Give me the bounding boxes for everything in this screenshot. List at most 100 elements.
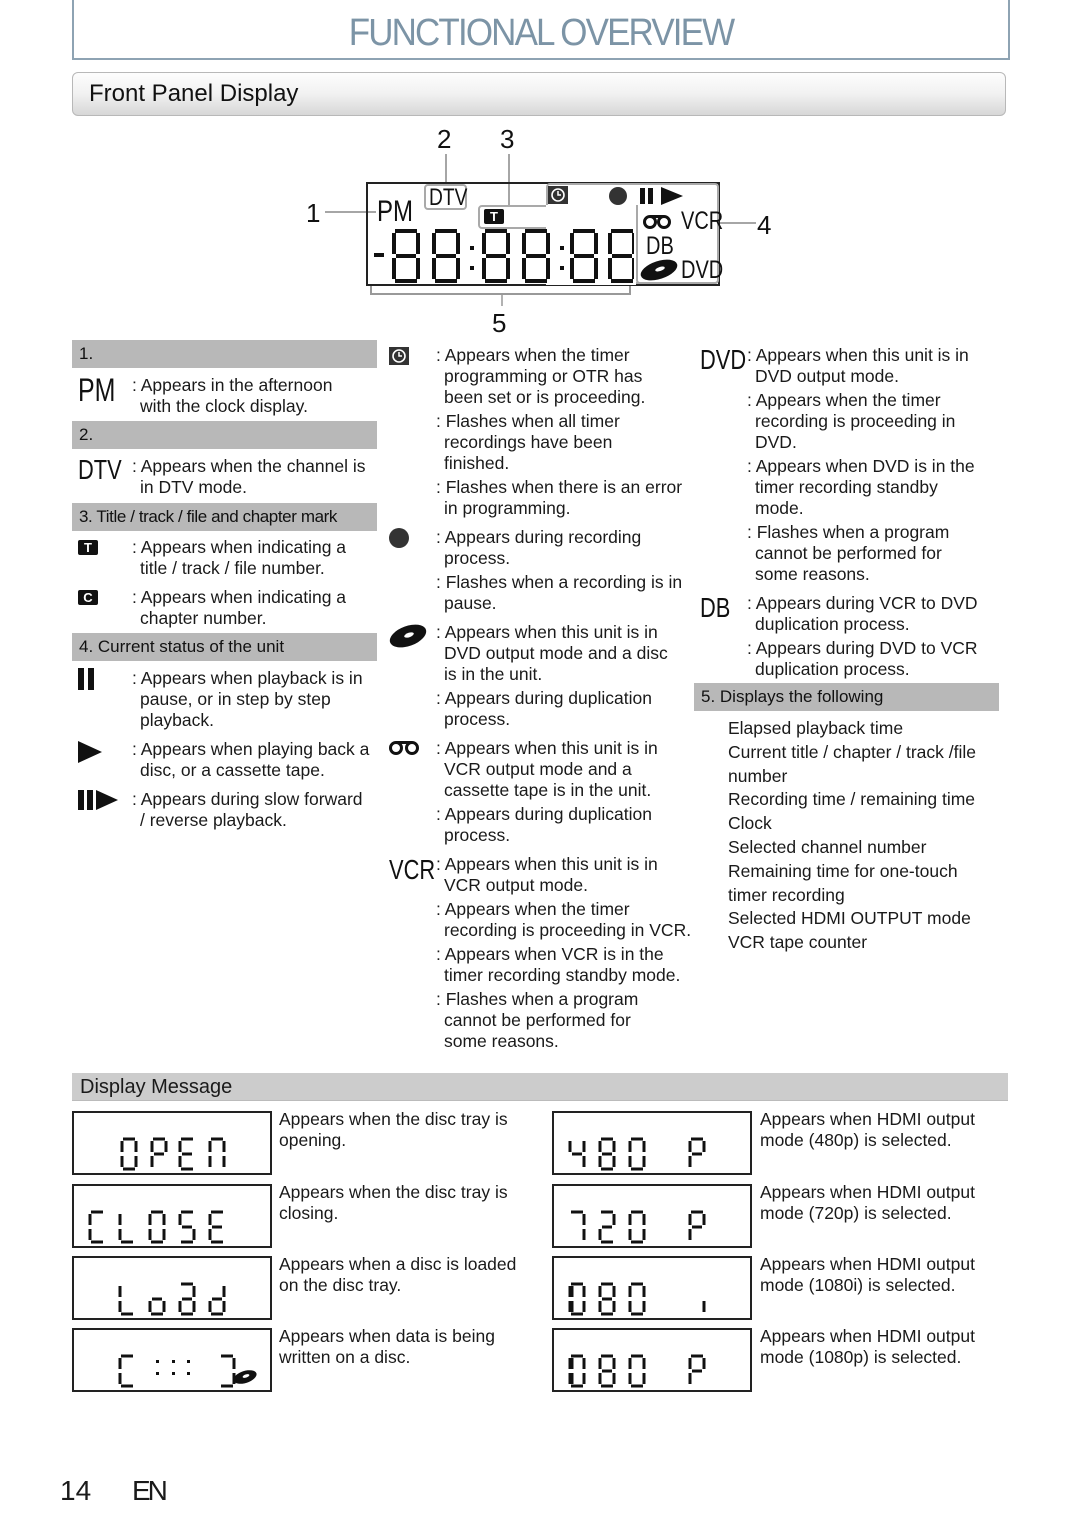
- text-line: mode (480p) is selected.: [760, 1130, 952, 1150]
- display-message-description: Appears when the disc tray is opening.: [279, 1109, 508, 1151]
- list-item: Recording time / remaining time: [728, 789, 976, 810]
- text-line: : Appears when DVD is in the: [747, 456, 975, 476]
- text-line: : Flashes when a program: [747, 522, 950, 542]
- text-line: DVD output mode.: [755, 366, 899, 386]
- text-line: : Appears when indicating a: [132, 587, 347, 607]
- header-item-5: 5. Displays the following: [694, 683, 999, 711]
- text-line: mode.: [755, 498, 804, 518]
- cassette-tape-icon: [643, 215, 671, 229]
- lcd-pm-label: PM: [377, 195, 413, 228]
- db-symbol: DB: [700, 592, 731, 623]
- list-item: Remaining time for one-touch: [728, 860, 958, 881]
- record-description: : Appears during recording process.: Flas…: [436, 527, 682, 614]
- text-line: : Appears when VCR is in the: [436, 944, 664, 964]
- lcd-status-icons: [609, 187, 683, 205]
- header-item-4: 4. Current status of the unit: [72, 633, 377, 661]
- lcd-dvd-label: DVD: [681, 256, 724, 284]
- text-line: title / track / file number.: [140, 558, 325, 578]
- text-line: : Appears when playback is in: [132, 668, 363, 688]
- pause-icon: [640, 188, 645, 204]
- text-line: : Appears during VCR to DVD: [747, 593, 978, 613]
- lcd-colon-dot: [187, 1372, 190, 1375]
- header-item-3: 3. Title / track / file and chapter mark: [72, 503, 377, 531]
- diagram-leader-lines: [325, 154, 756, 306]
- text-line: been set or is proceeding.: [444, 387, 646, 407]
- lcd-text: [120, 1137, 226, 1171]
- display-message-description: Appears when HDMI output mode (1080i) is …: [760, 1254, 975, 1296]
- text-line: with the clock display.: [140, 396, 308, 416]
- list-item: number: [728, 765, 788, 786]
- lcd-dtv-label: DTV: [429, 184, 468, 211]
- dtv-symbol: DTV: [78, 454, 122, 485]
- display-message-lcd-right-3: [552, 1328, 752, 1392]
- text-line: : Appears during duplication: [436, 804, 652, 824]
- text-line: : Appears when the timer: [747, 390, 941, 410]
- text-line: : Appears when the channel is: [132, 456, 366, 476]
- title-mark-icon: T: [484, 209, 504, 224]
- list-item: Selected channel number: [728, 836, 927, 857]
- display-message-description: Appears when HDMI output mode (1080p) is …: [760, 1326, 975, 1368]
- dvd-symbol: DVD: [700, 344, 747, 375]
- text-line: mode (1080p) is selected.: [760, 1347, 962, 1367]
- text-line: pause, or in step by step: [140, 689, 331, 709]
- lcd-text: [118, 1282, 226, 1316]
- header-item-2: 2.: [72, 421, 377, 449]
- display-message-description: Appears when the disc tray is closing.: [279, 1182, 508, 1224]
- display-message-lcd-right-0: [552, 1111, 752, 1175]
- text-line: Appears when a disc is loaded: [279, 1254, 517, 1274]
- page-language: EN: [132, 1475, 168, 1506]
- text-line: playback.: [140, 710, 214, 730]
- text-line: on the disc tray.: [279, 1275, 402, 1295]
- cassette-tape-icon: [389, 741, 419, 755]
- dtv-description: : Appears when the channel is in DTV mod…: [132, 456, 366, 498]
- text-line: in DTV mode.: [140, 477, 247, 497]
- text-line: : Flashes when a program: [436, 989, 639, 1009]
- display-message-description: Appears when a disc is loaded on the disc…: [279, 1254, 516, 1296]
- play-description: : Appears when playing back a disc, or a…: [132, 739, 369, 781]
- list-item: Current title / chapter / track /file: [728, 741, 977, 762]
- text-line: cannot be performed for: [755, 543, 942, 563]
- lcd-colon-dot: [187, 1360, 190, 1363]
- text-line: : Appears when playing back a: [132, 739, 370, 759]
- text-line: duplication process.: [755, 659, 910, 679]
- pause-icon: [78, 668, 94, 690]
- text-line: mode (720p) is selected.: [760, 1203, 952, 1223]
- text-line: process.: [444, 548, 511, 568]
- text-line: VCR output mode and a: [444, 759, 632, 779]
- text-line: : Appears in the afternoon: [132, 375, 333, 395]
- chapter-mark-description: : Appears when indicating a chapter numb…: [132, 587, 346, 629]
- pause-description: : Appears when playback is in pause, or …: [132, 668, 363, 731]
- list-item: Clock: [728, 813, 772, 834]
- display-message-header: Display Message: [72, 1073, 1008, 1101]
- text-line: timer recording standby: [755, 477, 938, 497]
- lcd-colon-dot: [560, 266, 564, 270]
- text-line: : Appears during slow forward: [132, 789, 363, 809]
- title-mark-icon: T: [78, 540, 98, 555]
- text-line: in programming.: [444, 498, 571, 518]
- slow-play-description: : Appears during slow forward / reverse …: [132, 789, 363, 831]
- text-line: : Flashes when all timer: [436, 411, 620, 431]
- text-line: : Appears during recording: [436, 527, 642, 547]
- lcd-text: [88, 1210, 223, 1244]
- text-line: : Flashes when there is an error: [436, 477, 683, 497]
- list-item: Selected HDMI OUTPUT mode: [728, 908, 971, 929]
- text-line: : Appears during DVD to VCR: [747, 638, 978, 658]
- display-message-lcd-right-2: [552, 1256, 752, 1320]
- text-line: opening.: [279, 1130, 347, 1150]
- lcd-colon-dot: [156, 1360, 159, 1363]
- text-line: : Appears when this unit is in: [436, 854, 658, 874]
- text-line: duplication process.: [755, 614, 910, 634]
- text-line: mode (1080i) is selected.: [760, 1275, 956, 1295]
- text-line: : Appears during duplication: [436, 688, 652, 708]
- lcd-text: [568, 1354, 706, 1388]
- text-line: Appears when HDMI output: [760, 1109, 975, 1129]
- text-line: Appears when the disc tray is: [279, 1109, 508, 1129]
- text-line: VCR output mode.: [444, 875, 588, 895]
- text-line: process.: [444, 709, 511, 729]
- chapter-mark-icon: C: [78, 590, 98, 605]
- record-dot-icon: [389, 528, 409, 548]
- lcd-db-label: DB: [646, 232, 674, 260]
- display-message-lcd-left-0: [72, 1111, 272, 1175]
- text-line: process.: [444, 825, 511, 845]
- list-item: Elapsed playback time: [728, 718, 904, 738]
